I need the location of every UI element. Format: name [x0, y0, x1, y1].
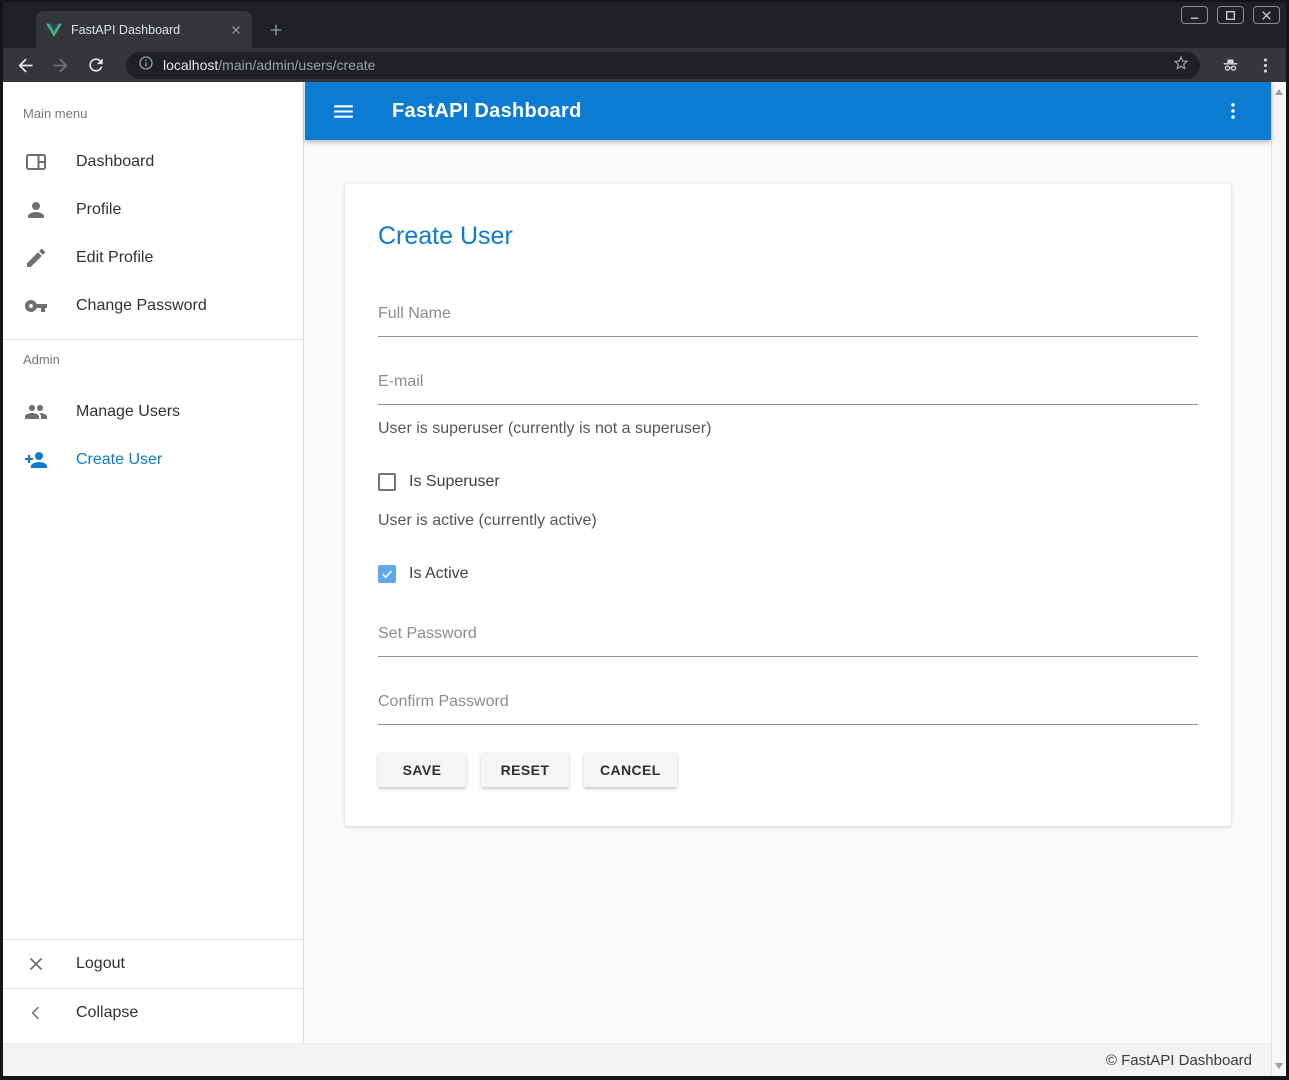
app-footer: © FastAPI Dashboard [3, 1043, 1271, 1076]
appbar-kebab-menu-icon[interactable] [1218, 96, 1248, 126]
sidebar-item-label: Profile [76, 201, 121, 219]
create-user-card: Create User User is superuser (currently… [345, 184, 1231, 826]
sidebar-item-create-user[interactable]: Create User [3, 436, 303, 484]
appbar: FastAPI Dashboard [305, 82, 1271, 140]
page-viewport: Main menu Dashboard Profile [3, 82, 1286, 1076]
tab-title: FastAPI Dashboard [71, 23, 227, 37]
is-active-checkbox[interactable] [378, 565, 396, 583]
scrollbar-down-arrow-icon[interactable] [1275, 1063, 1283, 1069]
reset-button[interactable]: RESET [481, 752, 569, 787]
forward-button[interactable] [50, 55, 71, 76]
browser-menu-kebab-icon[interactable] [1255, 55, 1276, 76]
sidebar-item-label: Change Password [76, 297, 207, 315]
main-area: FastAPI Dashboard Create User User is su… [305, 82, 1271, 1043]
close-icon [24, 952, 48, 976]
incognito-icon [1220, 55, 1241, 76]
window-close-button[interactable] [1253, 6, 1280, 24]
email-input[interactable] [378, 369, 1198, 405]
url-text: localhost/main/admin/users/create [163, 57, 1172, 73]
bookmark-star-icon[interactable] [1172, 54, 1190, 77]
sidebar-bottom: Logout Collapse [3, 939, 303, 1037]
sidebar-item-manage-users[interactable]: Manage Users [3, 388, 303, 436]
page-info-icon[interactable] [138, 55, 154, 76]
set-password-input[interactable] [378, 621, 1198, 657]
dashboard-icon [24, 150, 48, 174]
vertical-scrollbar[interactable] [1271, 82, 1286, 1076]
back-button[interactable] [15, 55, 36, 76]
sidebar-item-dashboard[interactable]: Dashboard [3, 138, 303, 186]
sidebar-item-label: Dashboard [76, 153, 154, 171]
pencil-icon [24, 246, 48, 270]
is-superuser-row: Is Superuser [378, 472, 1198, 492]
active-hint: User is active (currently active) [378, 511, 1198, 531]
sidebar-item-collapse[interactable]: Collapse [3, 989, 303, 1037]
is-superuser-label: Is Superuser [409, 473, 500, 491]
is-superuser-checkbox[interactable] [378, 473, 396, 491]
new-tab-button[interactable] [265, 19, 287, 41]
browser-toolbar: localhost/main/admin/users/create [3, 48, 1286, 82]
sidebar-item-profile[interactable]: Profile [3, 186, 303, 234]
sidebar: Main menu Dashboard Profile [3, 82, 304, 1043]
is-active-label: Is Active [409, 565, 469, 583]
scrollbar-up-arrow-icon[interactable] [1275, 89, 1283, 95]
page-title: Create User [378, 184, 1198, 252]
person-icon [24, 198, 48, 222]
chevron-left-icon [24, 1001, 48, 1025]
save-button[interactable]: SAVE [378, 752, 466, 787]
confirm-password-input[interactable] [378, 689, 1198, 725]
sidebar-item-change-password[interactable]: Change Password [3, 282, 303, 330]
sidebar-item-label: Logout [76, 955, 125, 973]
cancel-button[interactable]: CANCEL [584, 752, 677, 787]
sidebar-item-edit-profile[interactable]: Edit Profile [3, 234, 303, 282]
reload-button[interactable] [85, 55, 106, 76]
is-active-row: Is Active [378, 564, 1198, 584]
person-add-icon [24, 448, 48, 472]
vue-logo-icon [46, 22, 62, 38]
sidebar-item-label: Collapse [76, 1004, 138, 1022]
url-bar[interactable]: localhost/main/admin/users/create [126, 52, 1200, 79]
sidebar-section-admin: Admin [3, 340, 303, 388]
full-name-input[interactable] [378, 301, 1198, 337]
browser-titlebar: FastAPI Dashboard [3, 2, 1286, 48]
browser-tab[interactable]: FastAPI Dashboard [36, 11, 252, 48]
window-controls [1181, 6, 1280, 24]
sidebar-item-label: Create User [76, 451, 162, 469]
copyright-text: © FastAPI Dashboard [1106, 1052, 1252, 1069]
sidebar-item-label: Manage Users [76, 403, 180, 421]
hamburger-menu-icon[interactable] [328, 96, 358, 126]
sidebar-item-label: Edit Profile [76, 249, 153, 267]
browser-window: FastAPI Dashboard [0, 0, 1289, 1080]
appbar-title: FastAPI Dashboard [392, 100, 582, 123]
superuser-hint: User is superuser (currently is not a su… [378, 419, 1198, 439]
key-icon [24, 294, 48, 318]
people-icon [24, 400, 48, 424]
sidebar-item-logout[interactable]: Logout [3, 940, 303, 988]
tab-close-icon[interactable] [227, 21, 244, 38]
sidebar-section-main-menu: Main menu [3, 82, 303, 138]
window-maximize-button[interactable] [1217, 6, 1244, 24]
app-root: Main menu Dashboard Profile [3, 82, 1271, 1076]
form-actions: SAVE RESET CANCEL [378, 752, 1198, 787]
window-minimize-button[interactable] [1181, 6, 1208, 24]
